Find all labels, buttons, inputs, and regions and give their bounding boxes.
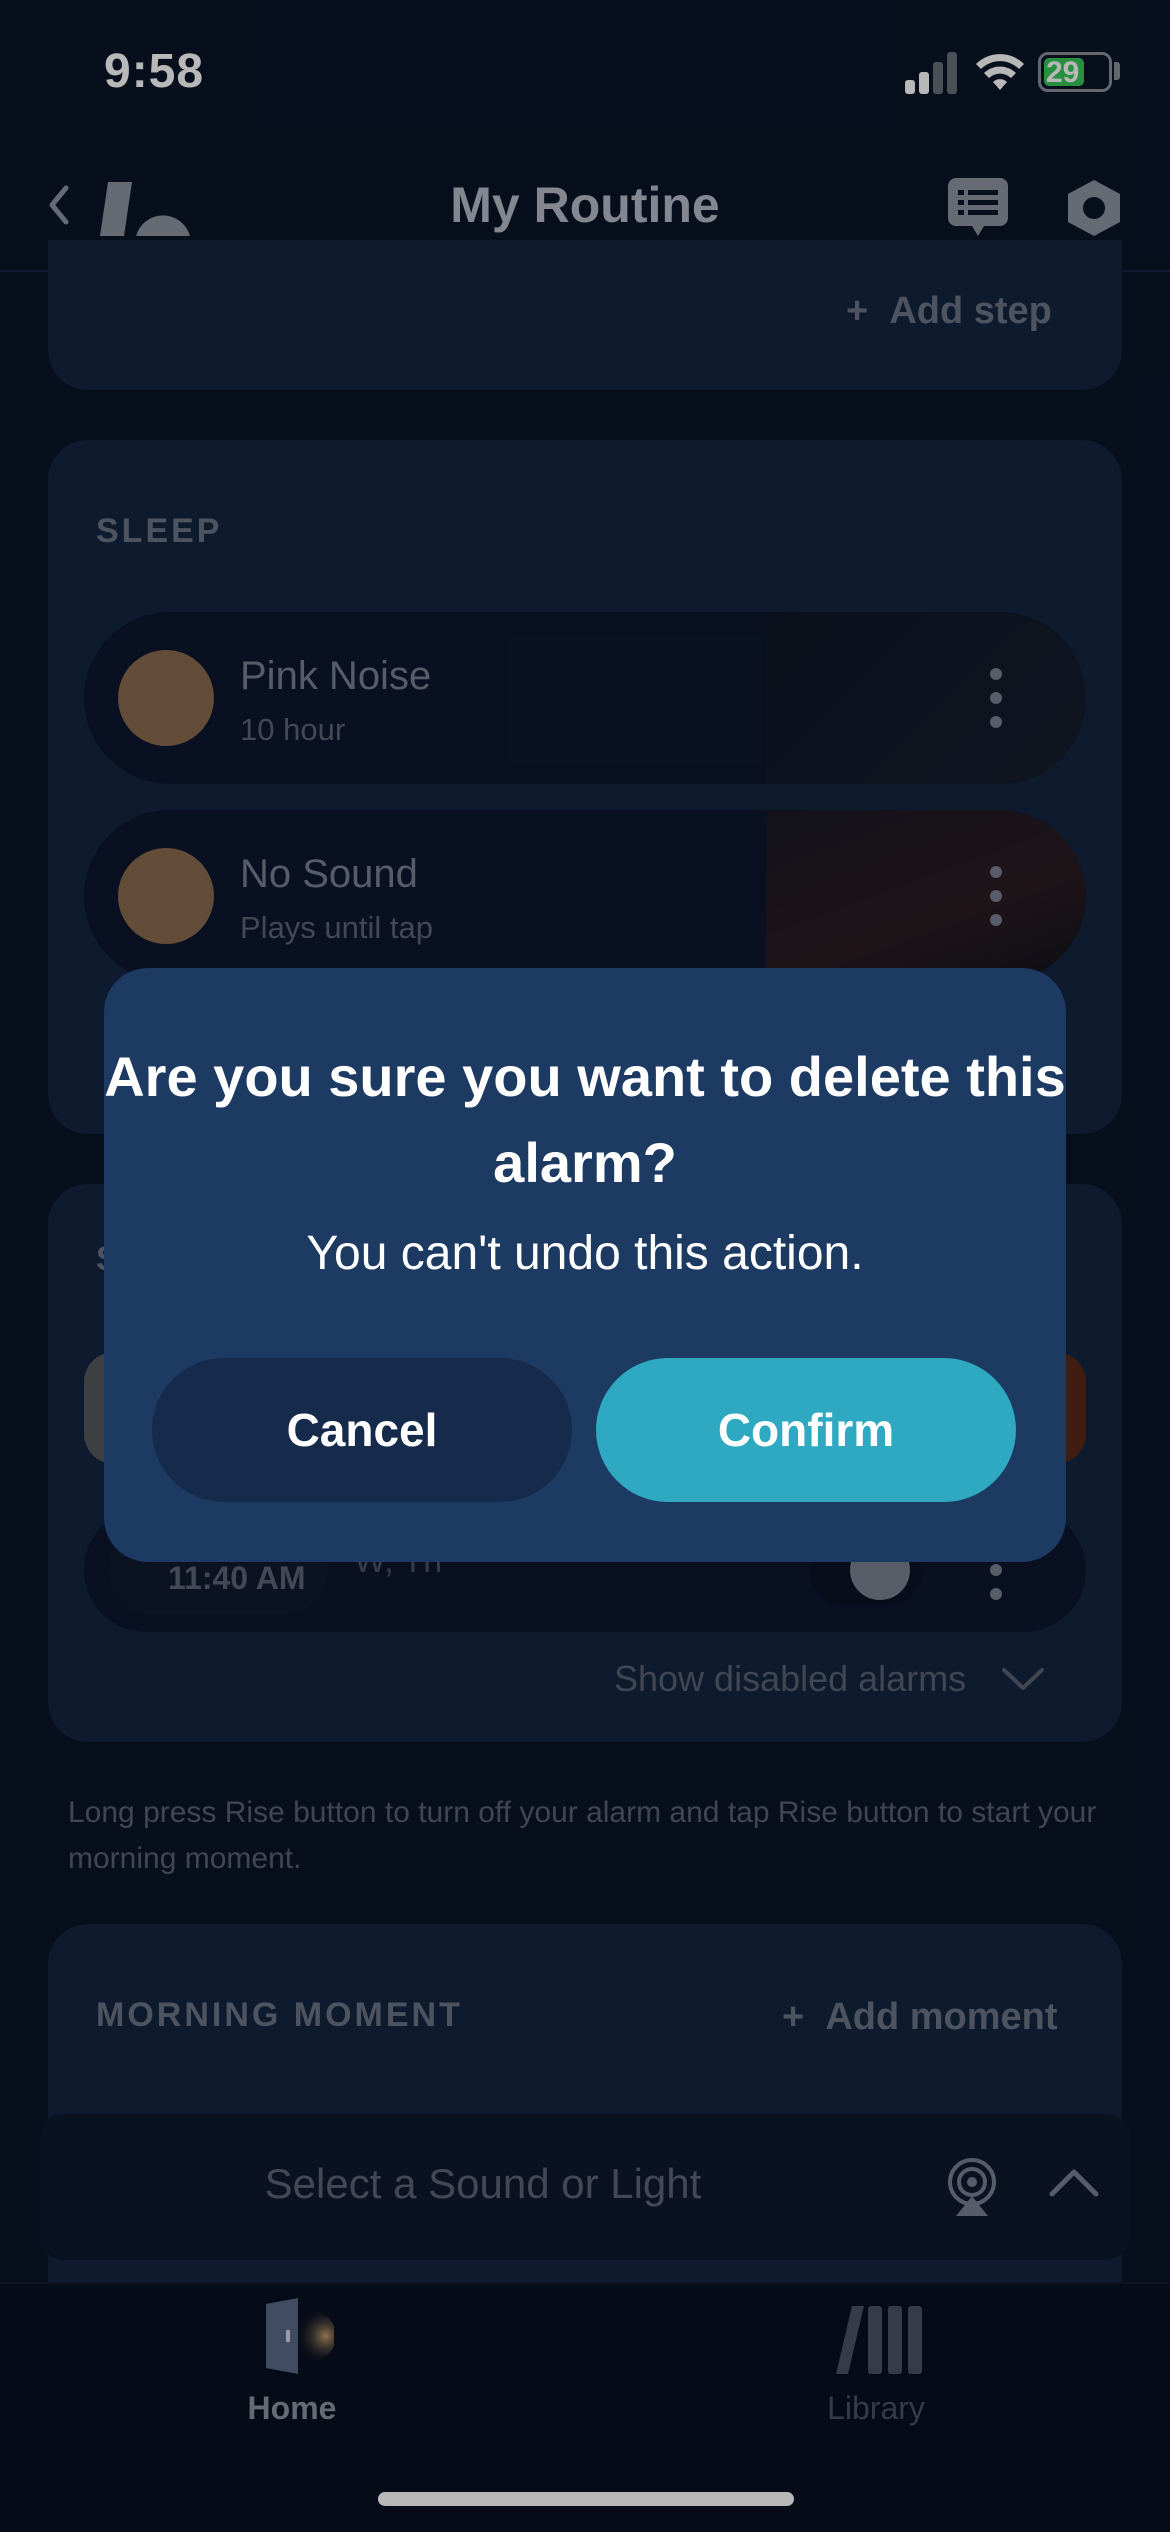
dialog-subtitle: You can't undo this action. <box>306 1227 864 1280</box>
dialog-title: Are you sure you want to delete this ala… <box>104 1045 1066 1194</box>
cancel-button[interactable]: Cancel <box>152 1358 572 1502</box>
confirm-button[interactable]: Confirm <box>596 1358 1016 1502</box>
